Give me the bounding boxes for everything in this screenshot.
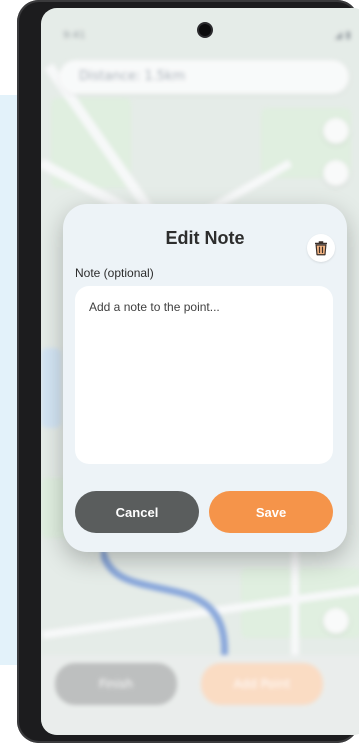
trash-icon [315,241,327,256]
front-camera [199,24,211,36]
delete-note-button[interactable] [307,234,335,262]
save-button[interactable]: Save [209,491,333,533]
dialog-title: Edit Note [165,228,245,248]
note-label: Note (optional) [75,266,154,280]
phone-screen: 9:41 ◢ ▮ Distance: 1.5km Finish Add Poin… [41,8,359,735]
note-input[interactable] [75,286,333,464]
phone-frame: 9:41 ◢ ▮ Distance: 1.5km Finish Add Poin… [17,0,359,743]
cancel-button[interactable]: Cancel [75,491,199,533]
edit-note-dialog: Edit Note Note (optional) Cancel Save [63,204,347,552]
